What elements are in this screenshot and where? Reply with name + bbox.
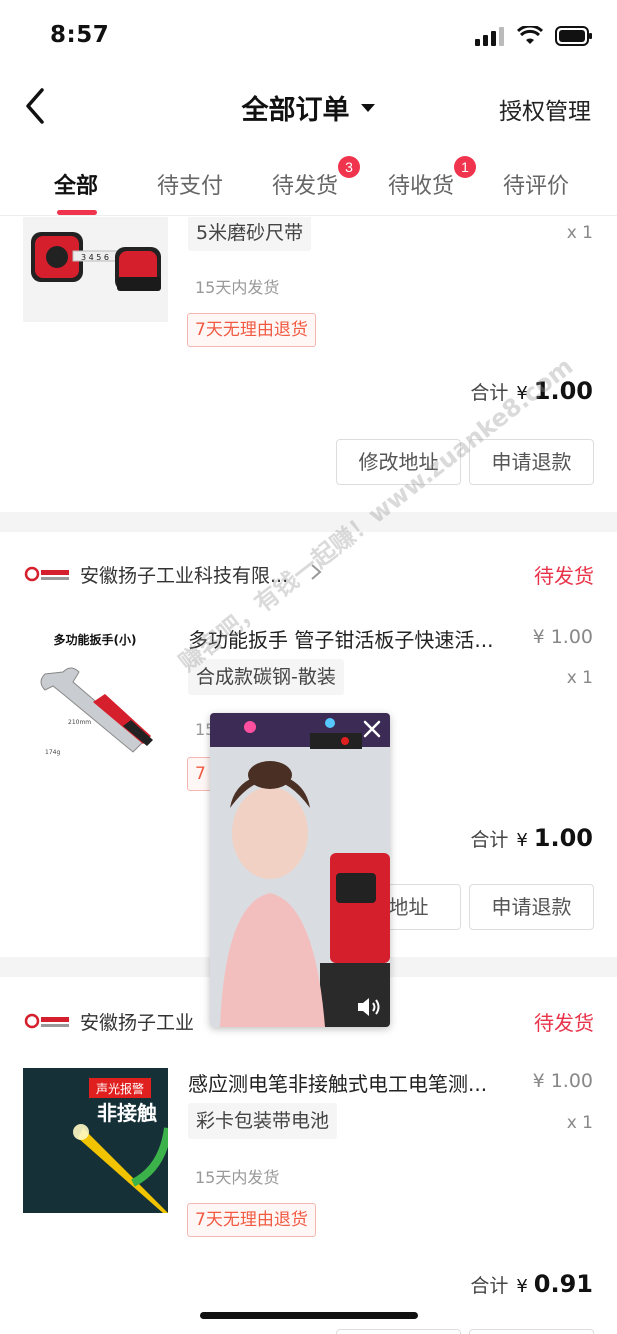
product-qty: x 1 (566, 668, 593, 688)
close-video-button[interactable] (360, 717, 384, 741)
wrench-image: 多功能扳手(小) 210mm 174g (23, 624, 168, 769)
svg-text:3 4 5 6: 3 4 5 6 (81, 253, 109, 262)
total-label: 合计 (470, 382, 509, 404)
order-tabs: 全部 待支付 待发货 3 待收货 1 待评价 (0, 150, 617, 216)
product-price: ¥ 1.00 (532, 1070, 593, 1092)
order-card: 安徽扬子工业 待发货 声光报警 非接触 感应测电笔非接触式电工电笔测... ¥ … (0, 977, 617, 1334)
shipping-time: 15天内发货 (195, 278, 280, 297)
tab-label: 待发货 (272, 174, 339, 199)
wifi-icon (517, 26, 543, 44)
tab-badge: 3 (338, 156, 361, 178)
floating-live-video[interactable] (210, 713, 390, 1027)
mute-toggle[interactable] (356, 995, 382, 1019)
nav-bar: 全部订单 授权管理 (0, 72, 617, 144)
order-action-button[interactable] (469, 1329, 594, 1334)
product-title[interactable]: 感应测电笔非接触式电工电笔测... (188, 1068, 518, 1097)
status-icons (475, 26, 593, 46)
order-filter-dropdown[interactable]: 全部订单 (242, 88, 376, 127)
home-indicator (200, 1312, 418, 1319)
return-policy-tag: 7天无理由退货 (187, 1203, 316, 1237)
product-sku: 5米磨砂尺带 (188, 217, 312, 251)
store-header[interactable]: 安徽扬子工业科技有限... 待发货 (24, 552, 594, 596)
voltage-tester-image: 声光报警 非接触 (23, 1068, 168, 1213)
tab-pending-shipment[interactable]: 待发货 3 (272, 156, 361, 200)
total-currency: ¥ (516, 1276, 528, 1297)
mute-icon (358, 998, 380, 1016)
dropdown-icon (360, 103, 375, 112)
return-policy-tag: 7天无理由退货 (187, 313, 316, 347)
product-qty: x 1 (566, 1113, 593, 1133)
tab-label: 待评价 (503, 174, 570, 199)
battery-icon (555, 26, 592, 46)
request-refund-button[interactable]: 申请退款 (469, 439, 594, 485)
product-price: ¥ 1.00 (532, 626, 593, 648)
status-bar: 8:57 (0, 0, 617, 72)
shipping-time: 15天内发货 (195, 1168, 280, 1187)
store-logo (24, 562, 70, 586)
svg-text:174g: 174g (45, 749, 60, 756)
total-currency: ¥ (516, 383, 528, 404)
active-tab-indicator (57, 210, 97, 215)
order-total: 合计 ¥ 0.91 (470, 1270, 593, 1298)
tab-label: 待支付 (157, 174, 224, 199)
product-thumbnail[interactable]: 3 4 5 6 (23, 217, 168, 322)
svg-text:210mm: 210mm (68, 719, 91, 726)
order-status: 待发货 (534, 1011, 594, 1035)
order-card: 3 4 5 6 5米磨砂尺带 x 1 15天内发货 7天无理由退货 合计 ¥ 1… (0, 217, 617, 512)
order-total: 合计 ¥ 1.00 (470, 824, 593, 852)
svg-text:多功能扳手(小): 多功能扳手(小) (54, 632, 137, 647)
total-label: 合计 (470, 829, 509, 851)
modify-address-button[interactable]: 修改地址 (336, 439, 461, 485)
order-total: 合计 ¥ 1.00 (470, 377, 593, 405)
signal-icon (475, 27, 504, 46)
total-label: 合计 (470, 1275, 509, 1297)
total-amount: 1.00 (533, 377, 593, 405)
total-amount: 0.91 (533, 1270, 593, 1298)
product-title[interactable]: 多功能扳手 管子钳活板子快速活... (188, 624, 518, 653)
tab-all[interactable]: 全部 (54, 168, 98, 200)
close-icon (363, 720, 381, 738)
total-currency: ¥ (516, 830, 528, 851)
svg-text:非接触: 非接触 (97, 1101, 157, 1125)
page-title: 全部订单 (241, 95, 350, 126)
store-name: 安徽扬子工业科技有限... (80, 564, 289, 587)
tab-pending-receipt[interactable]: 待收货 1 (388, 156, 477, 200)
status-time: 8:57 (50, 22, 110, 48)
order-divider (0, 512, 617, 532)
tab-label: 全部 (54, 174, 99, 199)
product-thumbnail[interactable]: 多功能扳手(小) 210mm 174g (23, 624, 168, 769)
order-action-button[interactable] (336, 1329, 461, 1334)
authorization-management-link[interactable]: 授权管理 (499, 92, 591, 126)
product-thumbnail[interactable]: 声光报警 非接触 (23, 1068, 168, 1213)
tab-label: 待收货 (388, 174, 455, 199)
tab-badge: 1 (454, 156, 477, 178)
product-sku: 彩卡包装带电池 (188, 1103, 338, 1139)
live-video-frame (210, 713, 390, 1027)
store-logo (24, 1009, 70, 1033)
product-sku: 合成款碳钢-散装 (188, 659, 344, 695)
chevron-right-icon (310, 562, 322, 586)
tab-pending-review[interactable]: 待评价 (503, 168, 569, 200)
request-refund-button[interactable]: 申请退款 (469, 884, 594, 930)
total-amount: 1.00 (533, 824, 593, 852)
tape-measure-image: 3 4 5 6 (23, 217, 168, 322)
store-name: 安徽扬子工业 (80, 1011, 195, 1034)
svg-text:声光报警: 声光报警 (96, 1081, 144, 1096)
order-status: 待发货 (534, 564, 594, 588)
tab-pending-payment[interactable]: 待支付 (157, 168, 223, 200)
product-qty: x 1 (566, 223, 593, 243)
